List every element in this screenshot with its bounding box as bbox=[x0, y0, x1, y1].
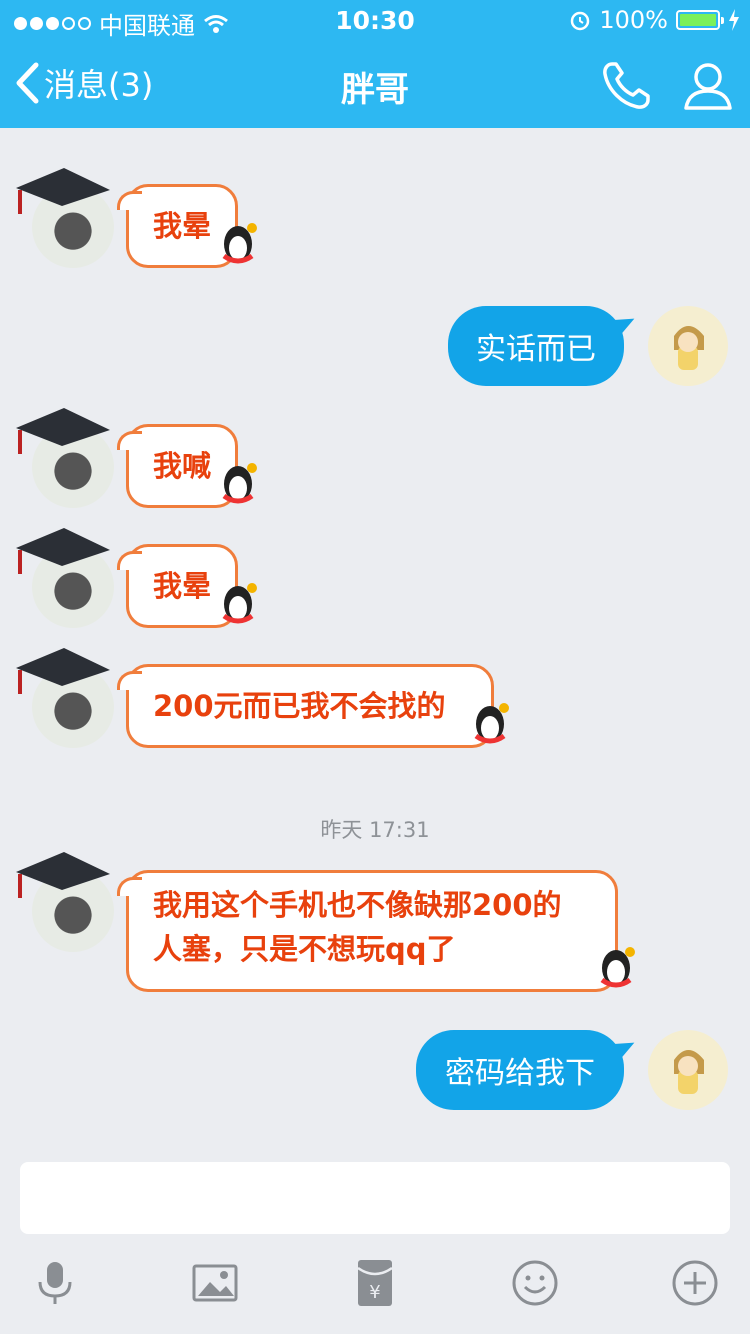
red-packet-icon[interactable]: ¥ bbox=[350, 1258, 400, 1308]
message-text: 实话而已 bbox=[476, 332, 596, 367]
svg-text:¥: ¥ bbox=[369, 1282, 380, 1303]
plus-icon[interactable] bbox=[670, 1258, 720, 1308]
message-text: 我喊 bbox=[153, 449, 212, 483]
penguin-mascot-icon bbox=[222, 223, 257, 264]
penguin-mascot-icon bbox=[600, 947, 635, 988]
graduation-cap-icon bbox=[16, 648, 110, 694]
contact-avatar[interactable] bbox=[12, 852, 114, 952]
phone-icon[interactable] bbox=[598, 58, 654, 114]
battery-percent: 100% bbox=[599, 6, 668, 34]
message-bubble-incoming[interactable]: 200元而已我不会找的 bbox=[117, 664, 494, 748]
cartoon-avatar-icon bbox=[674, 326, 704, 370]
penguin-mascot-icon bbox=[222, 583, 257, 624]
message-text: 我晕 bbox=[153, 209, 212, 243]
battery-icon bbox=[676, 10, 724, 30]
status-bar: 中国联通 10:30 100% bbox=[0, 0, 750, 40]
message-bubble-outgoing[interactable]: 实话而已 bbox=[448, 306, 640, 386]
graduation-cap-icon bbox=[16, 408, 110, 454]
my-avatar[interactable] bbox=[648, 306, 728, 386]
message-bubble-incoming[interactable]: 我用这个手机也不像缺那200的人塞，只是不想玩qq了 bbox=[117, 870, 618, 992]
cartoon-avatar-icon bbox=[674, 1050, 704, 1094]
message-bubble-outgoing[interactable]: 密码给我下 bbox=[416, 1030, 640, 1110]
contact-avatar[interactable] bbox=[12, 528, 114, 628]
message-timestamp: 昨天 17:31 bbox=[320, 818, 430, 842]
message-text: 我用这个手机也不像缺那200的人塞，只是不想玩qq了 bbox=[153, 888, 562, 966]
contact-avatar[interactable] bbox=[12, 168, 114, 268]
message-text: 我晕 bbox=[153, 569, 212, 603]
penguin-mascot-icon bbox=[222, 463, 257, 504]
graduation-cap-icon bbox=[16, 528, 110, 574]
contact-avatar[interactable] bbox=[12, 408, 114, 508]
emoji-icon[interactable] bbox=[510, 1258, 560, 1308]
nav-bar: 消息(3) 胖哥 bbox=[0, 40, 750, 128]
header: 中国联通 10:30 100% 消息(3) 胖哥 bbox=[0, 0, 750, 128]
microphone-icon[interactable] bbox=[30, 1258, 80, 1308]
alarm-icon bbox=[571, 11, 590, 31]
charging-icon bbox=[729, 9, 739, 31]
message-text: 200元而已我不会找的 bbox=[153, 689, 446, 723]
message-text: 密码给我下 bbox=[445, 1056, 595, 1091]
graduation-cap-icon bbox=[16, 168, 110, 214]
contact-avatar[interactable] bbox=[12, 648, 114, 748]
image-icon[interactable] bbox=[190, 1258, 240, 1308]
penguin-mascot-icon bbox=[474, 703, 509, 744]
status-right: 100% bbox=[569, 6, 740, 34]
my-avatar[interactable] bbox=[648, 1030, 728, 1110]
message-input[interactable] bbox=[20, 1162, 730, 1234]
person-icon[interactable] bbox=[680, 58, 736, 114]
graduation-cap-icon bbox=[16, 852, 110, 898]
